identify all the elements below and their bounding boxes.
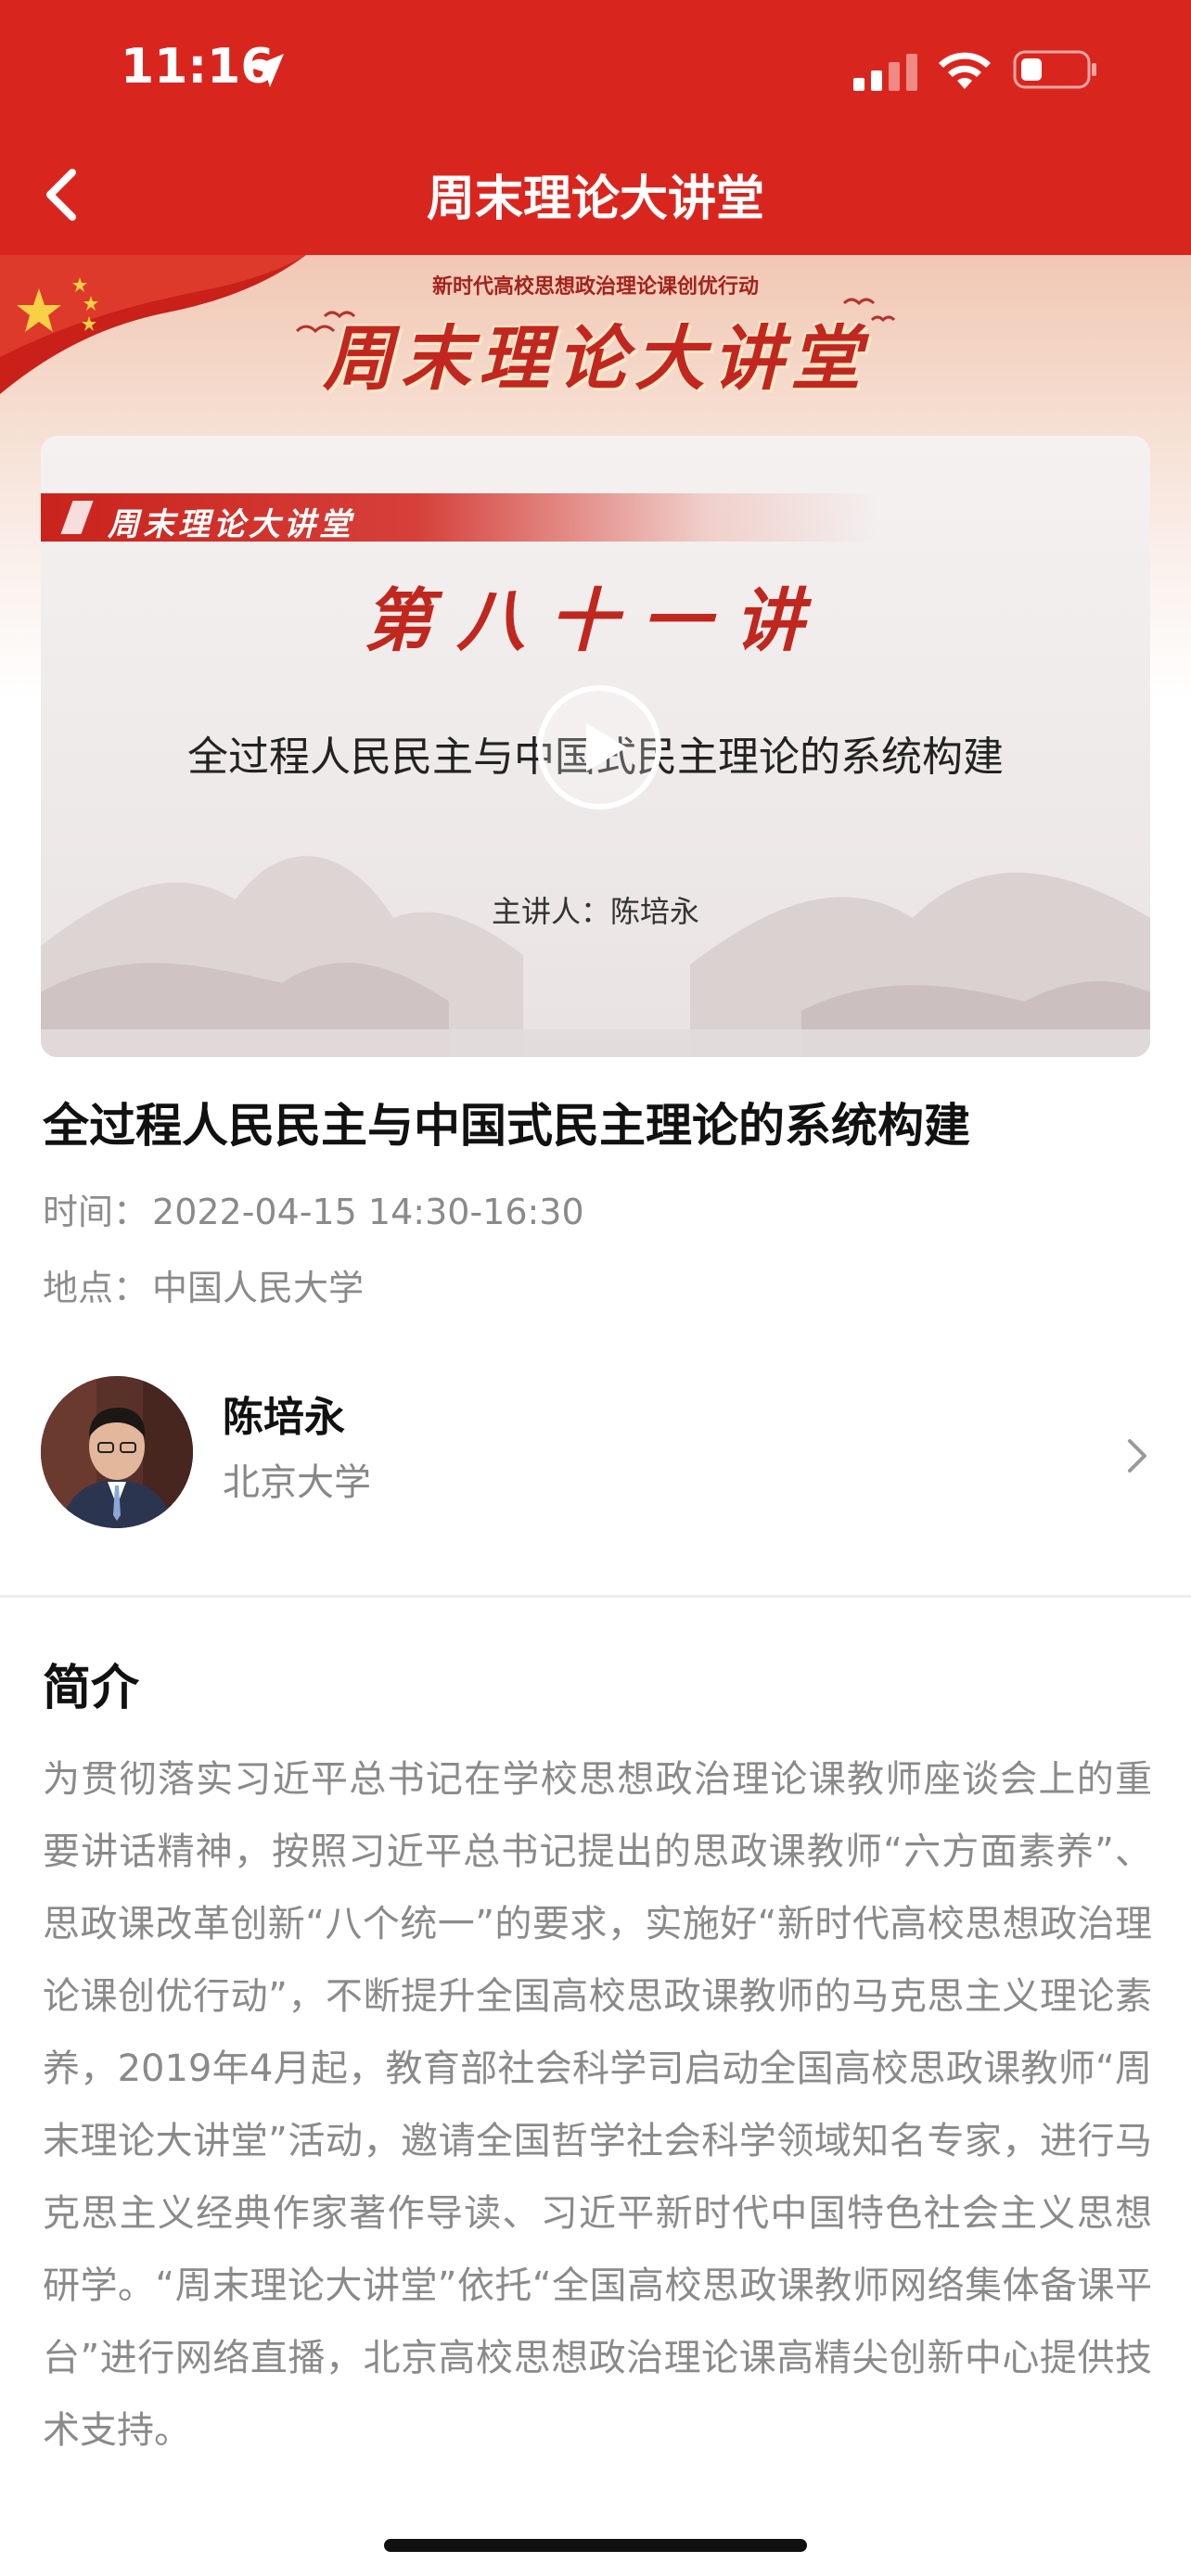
section-divider: [0, 1595, 1191, 1598]
navigation-bar: 周末理论大讲堂: [0, 139, 1191, 250]
banner-title: 周末理论大讲堂: [323, 317, 868, 400]
battery-icon: [1013, 50, 1096, 89]
lecture-number: 第八十一讲: [364, 581, 827, 661]
speaker-organization: 北京大学: [223, 1461, 371, 1504]
status-bar: 11:16: [0, 0, 1191, 139]
article-title: 全过程人民民主与中国式民主理论的系统构建: [43, 1099, 970, 1153]
video-speaker: 主讲人：陈培永: [491, 894, 699, 929]
time-row: 时间： 2022-04-15 14:30-16:30: [43, 1183, 584, 1234]
place-value: 中国人民大学: [152, 1268, 365, 1308]
chevron-right-icon: [1128, 1439, 1146, 1473]
speaker-row[interactable]: 陈培永 北京大学: [0, 1363, 1191, 1549]
place-row: 地点： 中国人民大学: [43, 1259, 364, 1310]
wifi-icon: [939, 52, 991, 89]
video-player[interactable]: 周末理论大讲堂 第八十一讲 全过程人民民主与中国式民主理论的系统构建 主讲人：陈…: [41, 436, 1150, 1057]
video-tag-ribbon: 周末理论大讲堂: [41, 493, 876, 543]
video-tag-text: 周末理论大讲堂: [108, 506, 354, 543]
location-arrow-icon: [250, 54, 284, 87]
header-background: 11:16 周末理论大讲堂: [0, 0, 1191, 255]
speaker-name: 陈培永: [223, 1394, 345, 1441]
intro-heading: 简介: [43, 1661, 140, 1716]
place-label: 地点：: [43, 1268, 149, 1308]
banner-subtitle: 新时代高校思想政治理论课创优行动: [431, 275, 759, 299]
page-title: 周末理论大讲堂: [426, 172, 764, 227]
intro-body: 为贯彻落实习近平总书记在学校思想政治理论课教师座谈会上的重要讲话精神，按照习近平…: [43, 1758, 1152, 2452]
time-label: 时间：: [43, 1192, 149, 1232]
avatar: [41, 1376, 193, 1528]
play-icon[interactable]: [534, 682, 664, 812]
cellular-signal-icon: [853, 54, 917, 91]
time-value: 2022-04-15 14:30-16:30: [152, 1192, 584, 1232]
home-indicator[interactable]: [384, 2539, 807, 2552]
